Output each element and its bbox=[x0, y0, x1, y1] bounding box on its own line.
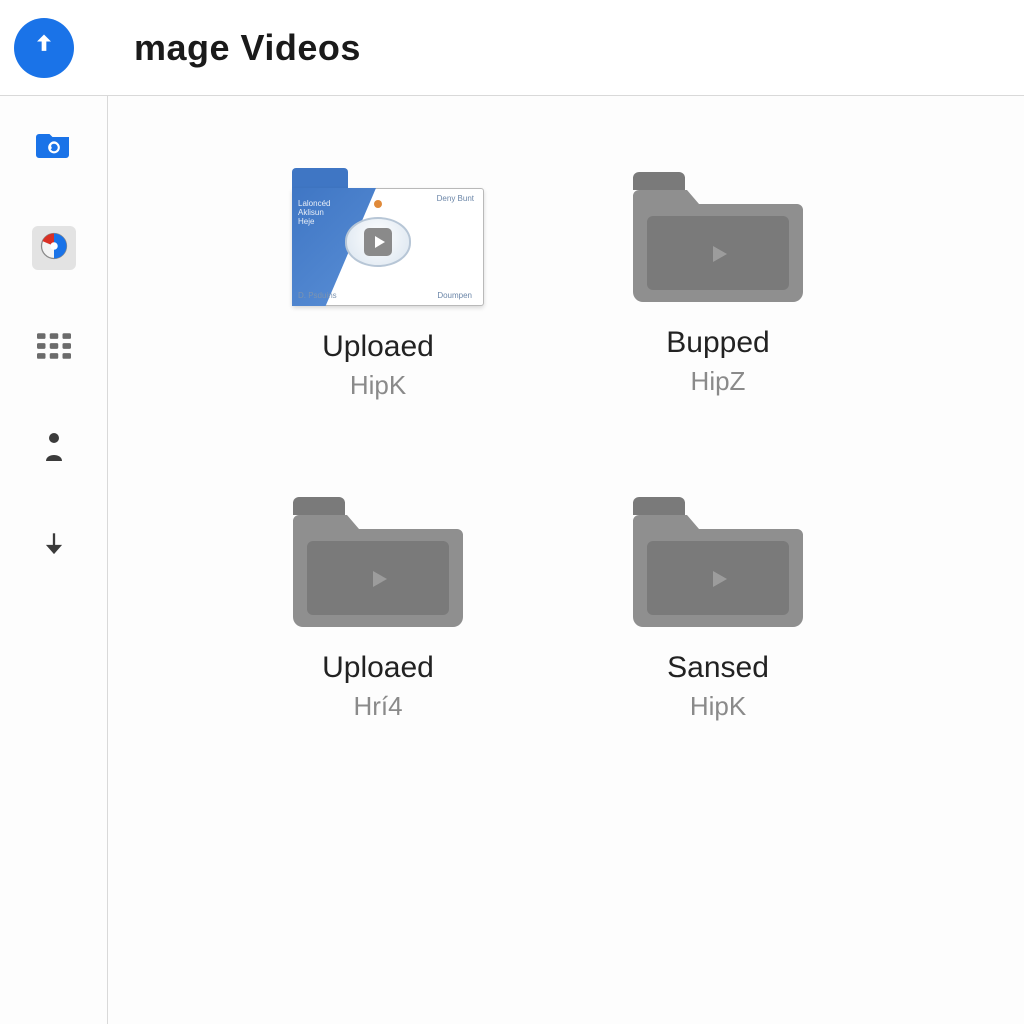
page-title: mage Videos bbox=[134, 27, 361, 69]
upload-button[interactable] bbox=[14, 18, 74, 78]
folder-icon bbox=[633, 172, 803, 302]
item-subtitle: HipK bbox=[690, 691, 746, 722]
folder-icon bbox=[293, 497, 463, 627]
upload-icon bbox=[30, 31, 58, 64]
sidebar-item-download[interactable] bbox=[32, 526, 76, 570]
folder-thumbnail bbox=[628, 491, 808, 627]
sidebar-item-person[interactable] bbox=[32, 426, 76, 470]
item-title: Bupped bbox=[666, 326, 769, 360]
thumb-text: Deny Bunt bbox=[437, 194, 474, 203]
sidebar-item-grid[interactable] bbox=[32, 326, 76, 370]
download-icon bbox=[40, 531, 68, 566]
sidebar bbox=[0, 96, 108, 1024]
thumb-text: Laloncéd Aklisun Heje bbox=[298, 200, 330, 226]
item-subtitle: HipZ bbox=[691, 366, 746, 397]
main-content: Laloncéd Aklisun Heje Deny Bunt D. Psdui… bbox=[108, 96, 1024, 1024]
body: Laloncéd Aklisun Heje Deny Bunt D. Psdui… bbox=[0, 96, 1024, 1024]
folder-thumbnail bbox=[628, 166, 808, 302]
item-title: Sansed bbox=[667, 651, 769, 685]
item-subtitle: HipK bbox=[350, 370, 406, 401]
thumb-text: Doumpen bbox=[437, 291, 472, 300]
sidebar-item-disc[interactable] bbox=[32, 226, 76, 270]
person-icon bbox=[42, 431, 66, 466]
folder-icon bbox=[36, 130, 72, 167]
item-title: Uploaed bbox=[322, 330, 434, 364]
disc-icon bbox=[39, 231, 69, 266]
item-subtitle: Hrí4 bbox=[353, 691, 402, 722]
header: mage Videos bbox=[0, 0, 1024, 96]
item-title: Uploaed bbox=[322, 651, 434, 685]
thumb-text: D. Psduins bbox=[298, 291, 337, 300]
grid-item[interactable]: Bupped HipZ bbox=[558, 166, 878, 401]
grid-icon bbox=[37, 333, 71, 364]
grid-item[interactable]: Laloncéd Aklisun Heje Deny Bunt D. Psdui… bbox=[218, 166, 538, 401]
folder-icon bbox=[633, 497, 803, 627]
folder-thumbnail bbox=[288, 491, 468, 627]
grid-item[interactable]: Uploaed Hrí4 bbox=[218, 491, 538, 722]
play-icon bbox=[345, 217, 411, 267]
sidebar-item-folder[interactable] bbox=[32, 126, 76, 170]
folder-grid: Laloncéd Aklisun Heje Deny Bunt D. Psdui… bbox=[218, 166, 964, 722]
grid-item[interactable]: Sansed HipK bbox=[558, 491, 878, 722]
folder-thumbnail-video: Laloncéd Aklisun Heje Deny Bunt D. Psdui… bbox=[278, 166, 478, 306]
